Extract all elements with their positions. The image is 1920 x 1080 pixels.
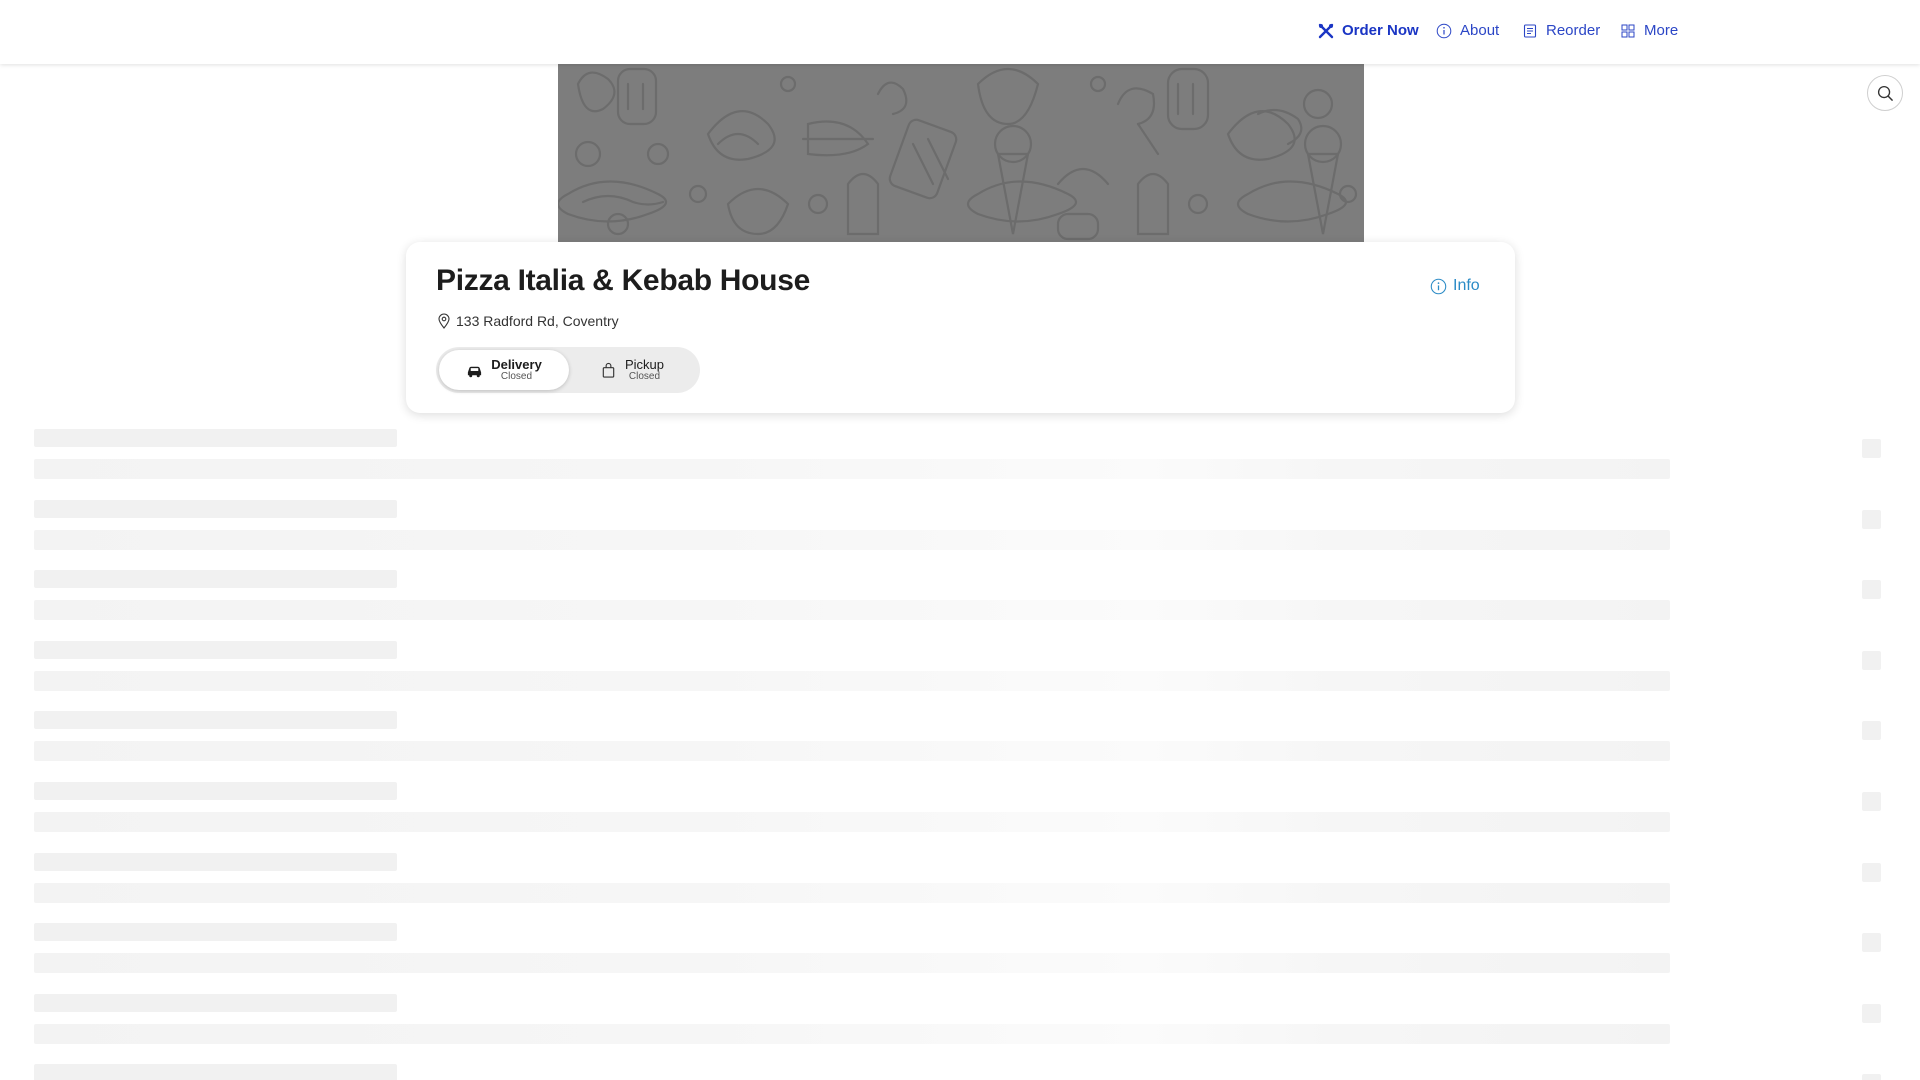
- restaurant-address: 133 Radford Rd, Coventry: [436, 313, 619, 329]
- nav-reorder[interactable]: Reorder: [1522, 22, 1600, 39]
- restaurant-name: Pizza Italia & Kebab House: [436, 264, 810, 297]
- skeleton-block: [34, 530, 1670, 550]
- skeleton-block: [34, 853, 397, 871]
- skeleton-block: [1862, 1004, 1881, 1023]
- skeleton-row: [0, 429, 1920, 487]
- restaurant-info-card: Pizza Italia & Kebab House 133 Radford R…: [406, 242, 1515, 413]
- info-icon: [1430, 278, 1447, 294]
- skeleton-row: [0, 711, 1920, 769]
- skeleton-row: [0, 782, 1920, 840]
- skeleton-block: [34, 994, 397, 1012]
- utensils-icon: [1318, 23, 1334, 38]
- nav-reorder-label: Reorder: [1546, 22, 1601, 39]
- skeleton-block: [1862, 580, 1881, 599]
- skeleton-block: [34, 570, 397, 588]
- skeleton-block: [34, 812, 1670, 832]
- skeleton-row: [0, 500, 1920, 558]
- skeleton-block: [1862, 863, 1881, 882]
- skeleton-block: [1862, 651, 1881, 670]
- skeleton-block: [34, 1064, 397, 1080]
- skeleton-block: [34, 429, 397, 447]
- search-icon: [1877, 85, 1893, 101]
- delivery-label: Delivery: [491, 356, 542, 372]
- skeleton-block: [34, 500, 397, 518]
- pickup-option[interactable]: Pickup Closed: [567, 350, 697, 390]
- nav-order-now-label: Order Now: [1342, 22, 1419, 39]
- skeleton-block: [34, 600, 1670, 620]
- nav-about[interactable]: About: [1436, 22, 1499, 39]
- skeleton-block: [34, 641, 397, 659]
- skeleton-block: [1862, 510, 1881, 529]
- skeleton-block: [34, 671, 1670, 691]
- skeleton-block: [34, 953, 1670, 973]
- info-link-label: Info: [1453, 277, 1480, 294]
- restaurant-banner: [558, 64, 1364, 242]
- restaurant-address-text: 133 Radford Rd, Coventry: [456, 313, 619, 329]
- skeleton-block: [34, 459, 1670, 479]
- skeleton-block: [34, 782, 397, 800]
- pickup-status: Closed: [628, 370, 661, 382]
- location-pin-icon: [438, 313, 450, 329]
- skeleton-row: [0, 570, 1920, 628]
- skeleton-block: [1862, 792, 1881, 811]
- skeleton-row: [0, 641, 1920, 699]
- car-icon: [468, 366, 482, 377]
- shopping-bag-icon: [602, 362, 615, 378]
- skeleton-block: [1862, 721, 1881, 740]
- receipt-icon: [1523, 23, 1537, 38]
- skeleton-row: [0, 923, 1920, 981]
- search-button[interactable]: [1867, 75, 1903, 111]
- skeleton-block: [1862, 439, 1881, 458]
- skeleton-block: [34, 883, 1670, 903]
- skeleton-block: [34, 741, 1670, 761]
- skeleton-block: [34, 1024, 1670, 1044]
- skeleton-block: [34, 711, 397, 729]
- fulfillment-toggle: Delivery Closed Pickup Closed: [436, 347, 700, 393]
- delivery-option[interactable]: Delivery Closed: [439, 350, 569, 390]
- info-icon: [1436, 23, 1452, 38]
- nav-order-now[interactable]: Order Now: [1318, 22, 1419, 39]
- nav-about-label: About: [1460, 22, 1500, 39]
- top-nav-bar: Order Now About Reorder More: [0, 0, 1920, 64]
- nav-more[interactable]: More: [1620, 22, 1678, 39]
- skeleton-block: [1862, 933, 1881, 952]
- food-pattern-icon: [558, 67, 1358, 241]
- info-link[interactable]: Info: [1430, 277, 1480, 295]
- grid-icon: [1621, 24, 1635, 37]
- skeleton-block: [1862, 1074, 1881, 1080]
- skeleton-row: [0, 853, 1920, 911]
- skeleton-block: [34, 923, 397, 941]
- delivery-status: Closed: [500, 370, 533, 382]
- nav-more-label: More: [1644, 22, 1679, 39]
- skeleton-row: [0, 994, 1920, 1052]
- skeleton-row: [0, 1064, 1920, 1080]
- pickup-label: Pickup: [624, 356, 665, 372]
